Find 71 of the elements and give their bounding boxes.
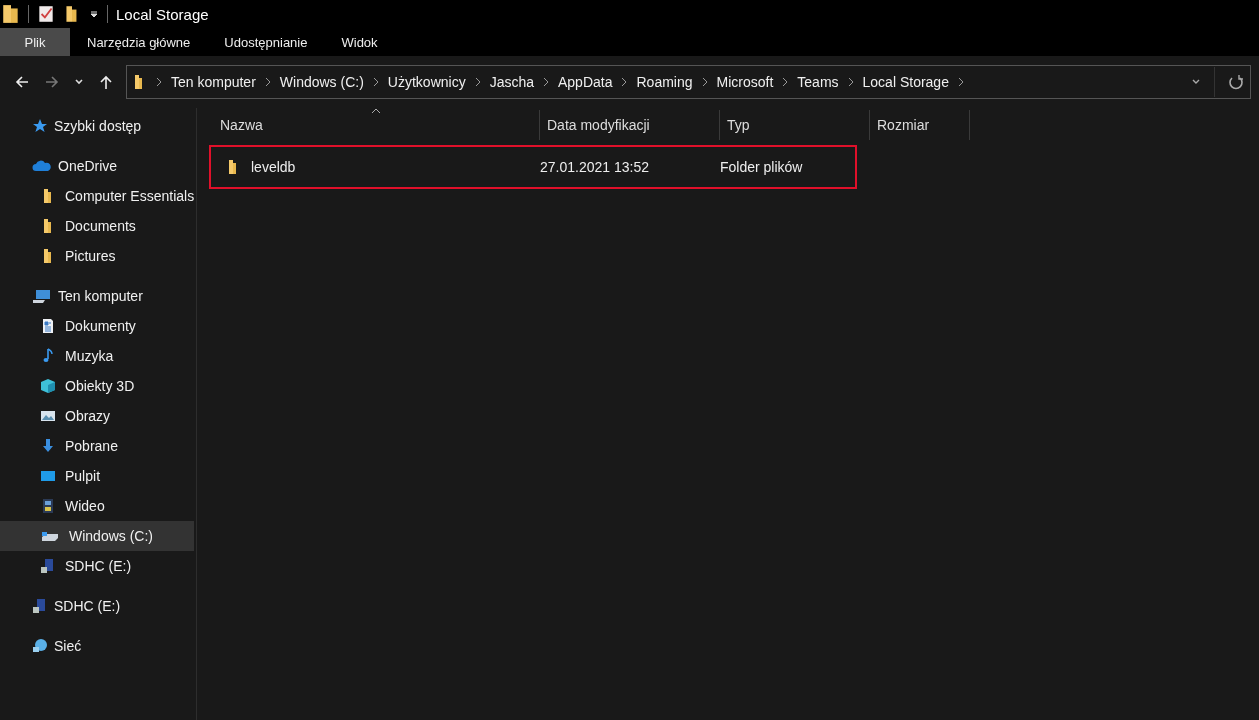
file-row[interactable]: leveldb 27.01.2021 13:52 Folder plików (209, 145, 857, 189)
film-icon (40, 498, 56, 514)
chevron-right-icon (847, 77, 854, 87)
breadcrumb[interactable]: Użytkownicy (387, 74, 466, 90)
sidebar-item[interactable]: SDHC (E:) (0, 591, 194, 621)
sidebar-item[interactable]: Obrazy (0, 401, 194, 431)
sidebar-item[interactable]: Pulpit (0, 461, 194, 491)
sidebar-item[interactable]: Documents (0, 211, 194, 241)
ribbon-tab[interactable]: Plik (0, 28, 70, 56)
sidebar-item[interactable]: Szybki dostęp (0, 111, 194, 141)
breadcrumb[interactable]: Windows (C:) (279, 74, 364, 90)
sidebar-item[interactable]: Pobrane (0, 431, 194, 461)
file-name: leveldb (251, 159, 296, 175)
sidebar-item[interactable]: Windows (C:) (0, 521, 194, 551)
picture-icon (40, 408, 56, 424)
column-header[interactable]: Nazwa (213, 110, 540, 140)
ribbon-tab[interactable]: Narzędzia główne (70, 28, 208, 56)
modified-date: 27.01.2021 13:52 (540, 159, 650, 175)
breadcrumb[interactable]: Roaming (636, 74, 693, 90)
address-bar[interactable]: Ten komputer Windows (C:) Użytkownicy Jascha AppData Roaming Microsoft Teams Local Storage (126, 65, 1251, 99)
sidebar-item[interactable]: Ten komputer (0, 281, 194, 311)
document-icon (40, 318, 56, 334)
sidebar-item[interactable]: Computer Essentials (0, 181, 194, 211)
sidebar-item[interactable]: OneDrive (0, 151, 194, 181)
properties-icon[interactable] (37, 4, 55, 24)
sidebar-item[interactable]: Dokumenty (0, 311, 194, 341)
breadcrumb[interactable]: Teams (797, 74, 839, 90)
recent-locations-icon[interactable] (74, 77, 84, 87)
breadcrumb[interactable]: Microsoft (716, 74, 774, 90)
chevron-right-icon (621, 77, 628, 87)
computer-icon (32, 288, 52, 304)
breadcrumb[interactable]: Ten komputer (171, 74, 256, 90)
sidebar-item[interactable]: Obiekty 3D (0, 371, 194, 401)
window-title: Local Storage (116, 5, 209, 23)
sidebar-item[interactable]: Pictures (0, 241, 194, 271)
chevron-right-icon (474, 77, 481, 87)
star-icon (32, 118, 48, 134)
up-icon[interactable] (98, 74, 114, 90)
cloud-icon (32, 158, 52, 174)
column-header[interactable]: Data modyfikacji (540, 110, 720, 140)
chevron-right-icon (156, 77, 162, 87)
chevron-right-icon (782, 77, 789, 87)
sidebar-item[interactable]: Muzyka (0, 341, 194, 371)
breadcrumb[interactable]: Jascha (489, 74, 534, 90)
breadcrumb[interactable]: Local Storage (862, 74, 949, 90)
chevron-right-icon (264, 77, 271, 87)
folder-icon (2, 4, 20, 24)
chevron-right-icon (701, 77, 708, 87)
cube-icon (40, 378, 56, 394)
chevron-right-icon (372, 77, 379, 87)
chevron-right-icon (543, 77, 549, 87)
column-header[interactable]: Typ (720, 110, 870, 140)
dropdown-icon[interactable] (89, 9, 99, 19)
sd-card-icon (40, 558, 56, 574)
back-icon[interactable] (14, 74, 30, 90)
download-icon (40, 438, 56, 454)
network-icon (32, 638, 48, 654)
refresh-icon[interactable] (1228, 74, 1244, 90)
column-header[interactable]: Rozmiar (870, 110, 970, 140)
sidebar-item[interactable]: Wideo (0, 491, 194, 521)
sort-ascending-icon (371, 108, 381, 114)
breadcrumb[interactable]: AppData (558, 74, 613, 90)
ribbon-tab[interactable]: Widok (324, 28, 395, 56)
desktop-icon (40, 468, 56, 484)
sd-card-icon (32, 598, 48, 614)
sidebar-item[interactable]: Sieć (0, 631, 194, 661)
sidebar-item[interactable]: SDHC (E:) (0, 551, 194, 581)
file-type: Folder plików (720, 159, 804, 175)
ribbon-tab[interactable]: Udostępnianie (207, 28, 325, 56)
forward-icon[interactable] (44, 74, 60, 90)
chevron-right-icon (957, 77, 964, 87)
